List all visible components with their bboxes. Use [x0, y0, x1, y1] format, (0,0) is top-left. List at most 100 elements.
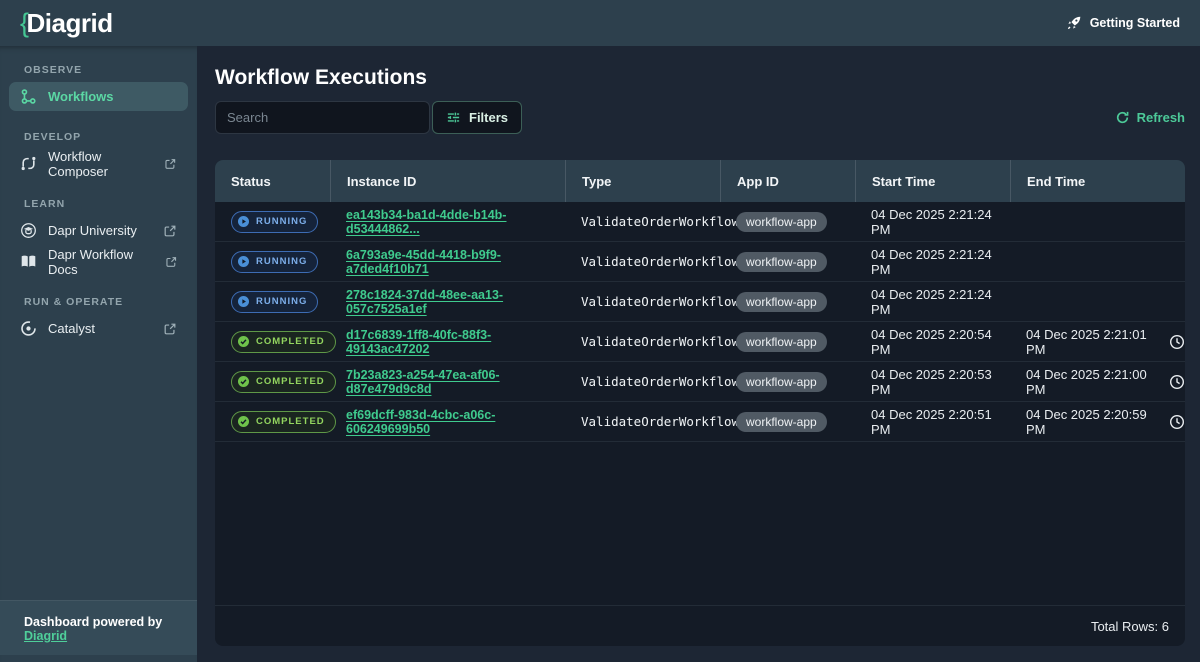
play-circle-icon	[237, 215, 250, 228]
column-header-start-time[interactable]: Start Time	[855, 160, 1010, 202]
section-label-run-operate: RUN & OPERATE	[24, 296, 173, 308]
table-row[interactable]: RUNNING ea143b34-ba1d-4dde-b14b-d5344486…	[215, 202, 1185, 242]
table-row[interactable]: COMPLETED ef69dcff-983d-4cbc-a06c-606249…	[215, 402, 1185, 442]
column-header-type[interactable]: Type	[565, 160, 720, 202]
table-row[interactable]: RUNNING 278c1824-37dd-48ee-aa13-057c7525…	[215, 282, 1185, 322]
topbar: { Diagrid Getting Started	[0, 0, 1200, 46]
column-header-end-time[interactable]: End Time	[1010, 160, 1185, 202]
instance-id-cell: ef69dcff-983d-4cbc-a06c-606249699b50	[330, 408, 565, 436]
start-time-cell: 04 Dec 2025 2:20:51 PM	[855, 407, 1010, 437]
app-id-badge: workflow-app	[736, 372, 827, 392]
controls-row: Filters Refresh	[215, 101, 1185, 134]
start-time: 04 Dec 2025 2:20:51 PM	[871, 407, 1010, 437]
instance-id-link[interactable]: 6a793a9e-45dd-4418-b9f9-a7ded4f10b71	[346, 248, 565, 276]
status-badge: RUNNING	[231, 211, 318, 233]
page-title: Workflow Executions	[215, 66, 1185, 90]
instance-id-link[interactable]: ef69dcff-983d-4cbc-a06c-606249699b50	[346, 408, 565, 436]
app-id-badge: workflow-app	[736, 412, 827, 432]
instance-id-link[interactable]: 7b23a823-a254-47ea-af06-d87e479d9c8d	[346, 368, 565, 396]
workflow-type: ValidateOrderWorkflow	[581, 294, 739, 309]
status-cell: RUNNING	[215, 251, 330, 273]
sidebar-item-dapr-workflow-docs[interactable]: Dapr Workflow Docs	[9, 247, 188, 276]
status-badge-label: COMPLETED	[256, 416, 325, 427]
diagrid-logo[interactable]: { Diagrid	[20, 8, 113, 39]
status-badge-label: RUNNING	[256, 216, 307, 227]
table-body: RUNNING ea143b34-ba1d-4dde-b14b-d5344486…	[215, 202, 1185, 442]
workflow-type: ValidateOrderWorkflow	[581, 214, 739, 229]
instance-id-cell: 6a793a9e-45dd-4418-b9f9-a7ded4f10b71	[330, 248, 565, 276]
column-header-instance-id[interactable]: Instance ID	[330, 160, 565, 202]
workflow-type: ValidateOrderWorkflow	[581, 334, 739, 349]
start-time: 04 Dec 2025 2:20:54 PM	[871, 327, 1010, 357]
filters-label: Filters	[469, 110, 508, 125]
external-link-icon	[164, 157, 177, 171]
sidebar-item-catalyst[interactable]: Catalyst	[9, 314, 188, 343]
refresh-button[interactable]: Refresh	[1115, 110, 1185, 125]
sidebar: OBSERVE Workflows DEVELOP Workflow Compo…	[0, 46, 197, 662]
workflow-icon	[20, 88, 37, 105]
app-id-badge: workflow-app	[736, 292, 827, 312]
type-cell: ValidateOrderWorkflow	[565, 294, 720, 309]
clock-icon	[1169, 334, 1185, 350]
sidebar-item-workflows[interactable]: Workflows	[9, 82, 188, 111]
clock-icon	[1169, 414, 1185, 430]
sidebar-item-label: Dapr University	[48, 223, 137, 238]
status-badge: COMPLETED	[231, 371, 336, 393]
executions-table: Status Instance ID Type App ID Start Tim…	[215, 160, 1185, 646]
app-id-cell: workflow-app	[720, 332, 855, 352]
start-time: 04 Dec 2025 2:20:53 PM	[871, 367, 1010, 397]
getting-started-label: Getting Started	[1090, 16, 1180, 30]
app-id-badge: workflow-app	[736, 252, 827, 272]
status-badge-label: COMPLETED	[256, 336, 325, 347]
start-time-cell: 04 Dec 2025 2:20:54 PM	[855, 327, 1010, 357]
play-circle-icon	[237, 255, 250, 268]
external-link-icon	[163, 322, 177, 336]
instance-id-cell: d17c6839-1ff8-40fc-88f3-49143ac47202	[330, 328, 565, 356]
section-label-learn: LEARN	[24, 198, 173, 210]
instance-id-cell: 278c1824-37dd-48ee-aa13-057c7525a1ef	[330, 288, 565, 316]
instance-id-link[interactable]: ea143b34-ba1d-4dde-b14b-d53444862...	[346, 208, 565, 236]
sidebar-nav: OBSERVE Workflows DEVELOP Workflow Compo…	[0, 46, 197, 600]
sidebar-item-workflow-composer[interactable]: Workflow Composer	[9, 149, 188, 178]
docs-icon	[20, 253, 37, 270]
getting-started-button[interactable]: Getting Started	[1066, 15, 1180, 31]
play-circle-icon	[237, 295, 250, 308]
column-header-status[interactable]: Status	[215, 160, 330, 202]
refresh-icon	[1115, 110, 1130, 125]
end-time-cell: 04 Dec 2025 2:21:01 PM	[1010, 327, 1185, 357]
status-cell: COMPLETED	[215, 371, 330, 393]
end-time-value: 04 Dec 2025 2:21:01 PM	[1026, 327, 1161, 357]
type-cell: ValidateOrderWorkflow	[565, 214, 720, 229]
start-time-cell: 04 Dec 2025 2:21:24 PM	[855, 287, 1010, 317]
filters-button[interactable]: Filters	[432, 101, 522, 134]
status-cell: RUNNING	[215, 291, 330, 313]
table-header: Status Instance ID Type App ID Start Tim…	[215, 160, 1185, 202]
table-row[interactable]: RUNNING 6a793a9e-45dd-4418-b9f9-a7ded4f1…	[215, 242, 1185, 282]
composer-icon	[20, 155, 37, 172]
type-cell: ValidateOrderWorkflow	[565, 334, 720, 349]
university-icon	[20, 222, 37, 239]
sidebar-item-dapr-university[interactable]: Dapr University	[9, 216, 188, 245]
status-cell: COMPLETED	[215, 331, 330, 353]
start-time-cell: 04 Dec 2025 2:21:24 PM	[855, 207, 1010, 237]
check-circle-icon	[237, 335, 250, 348]
table-row[interactable]: COMPLETED d17c6839-1ff8-40fc-88f3-49143a…	[215, 322, 1185, 362]
end-time-cell: 04 Dec 2025 2:20:59 PM	[1010, 407, 1185, 437]
status-badge-label: RUNNING	[256, 296, 307, 307]
table-row[interactable]: COMPLETED 7b23a823-a254-47ea-af06-d87e47…	[215, 362, 1185, 402]
start-time-cell: 04 Dec 2025 2:21:24 PM	[855, 247, 1010, 277]
column-header-app-id[interactable]: App ID	[720, 160, 855, 202]
catalyst-icon	[20, 320, 37, 337]
logo-text: Diagrid	[27, 8, 113, 39]
sidebar-item-label: Workflows	[48, 89, 114, 104]
total-rows-label: Total Rows: 6	[1091, 619, 1169, 634]
search-input[interactable]	[215, 101, 430, 134]
app-id-cell: workflow-app	[720, 372, 855, 392]
instance-id-link[interactable]: d17c6839-1ff8-40fc-88f3-49143ac47202	[346, 328, 565, 356]
instance-id-link[interactable]: 278c1824-37dd-48ee-aa13-057c7525a1ef	[346, 288, 565, 316]
table-footer: Total Rows: 6	[215, 605, 1185, 646]
diagrid-link[interactable]: Diagrid	[24, 629, 67, 643]
type-cell: ValidateOrderWorkflow	[565, 254, 720, 269]
start-time: 04 Dec 2025 2:21:24 PM	[871, 247, 1010, 277]
app-id-cell: workflow-app	[720, 412, 855, 432]
